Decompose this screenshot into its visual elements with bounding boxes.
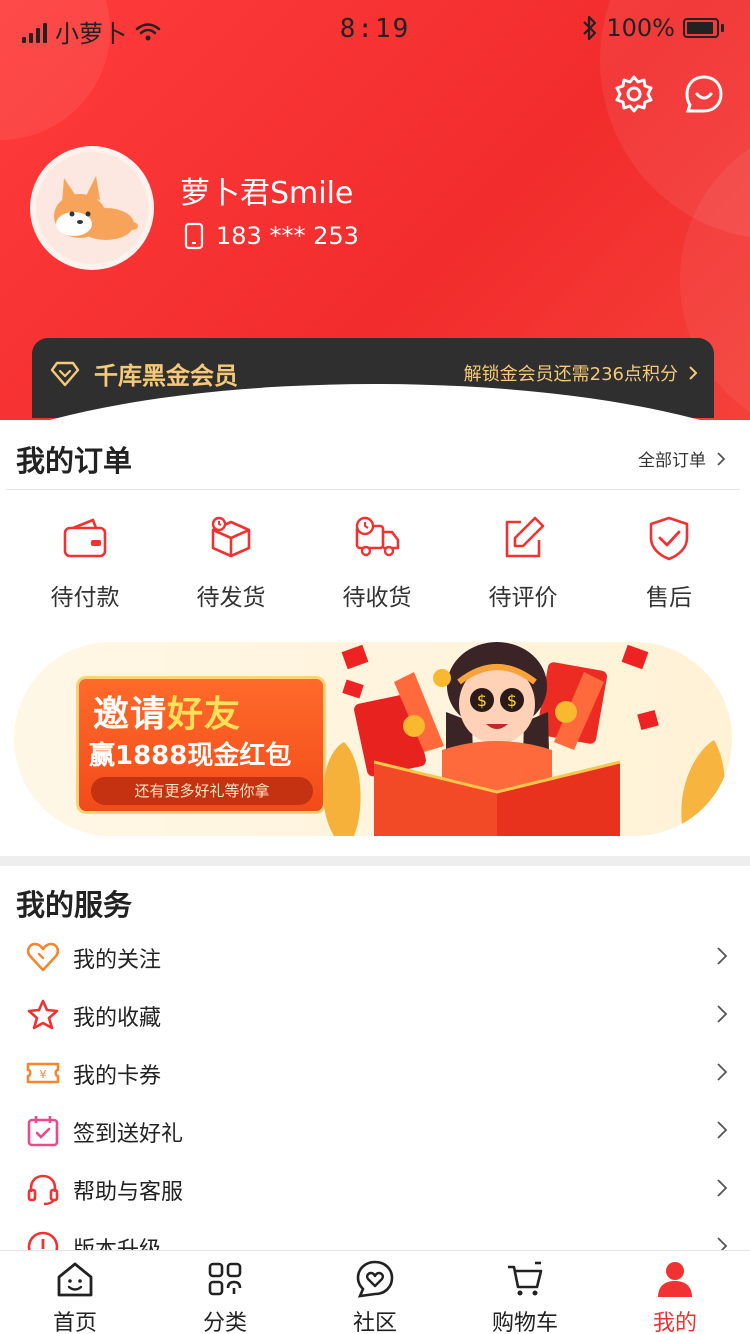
vip-hint: 解锁金会员还需236点积分	[463, 364, 678, 385]
order-label: 待收货	[342, 585, 412, 611]
banner-title: 邀请好友	[93, 685, 241, 737]
order-label: 待发货	[196, 585, 266, 611]
chevron-right-icon	[717, 947, 728, 965]
service-label: 我的收藏	[73, 1006, 162, 1031]
edit-icon	[505, 516, 545, 558]
star-icon	[27, 999, 59, 1030]
headset-icon	[27, 1174, 59, 1206]
chevron-right-icon	[717, 1121, 728, 1139]
calendar-check-icon	[27, 1116, 59, 1147]
service-checkin[interactable]: 签到送好礼	[0, 1102, 750, 1160]
tab-community[interactable]: 社区	[300, 1251, 450, 1334]
banner-title-main: 邀请	[93, 694, 168, 735]
order-pending-review[interactable]: 待评价	[450, 514, 596, 614]
services-list: 我的关注 我的收藏 ¥ 我的卡券 签到送好礼 帮助与客服	[0, 928, 750, 1276]
chevron-right-icon	[717, 1005, 728, 1023]
order-status-grid: 待付款 待发货 待收货 待评价 售后	[0, 514, 750, 614]
tab-category[interactable]: 分类	[150, 1251, 300, 1334]
truck-icon	[355, 516, 400, 557]
service-label: 帮助与客服	[73, 1180, 184, 1205]
profile-name: 萝卜君Smile	[180, 176, 354, 211]
banner-footer: 还有更多好礼等你拿	[91, 777, 313, 805]
chevron-right-icon	[689, 366, 698, 380]
vip-upgrade-link[interactable]: 解锁金会员还需236点积分	[464, 360, 698, 386]
box-icon	[211, 516, 251, 558]
svg-text:¥: ¥	[40, 1068, 47, 1081]
wallet-icon	[63, 518, 107, 558]
vip-title: 千库黑金会员	[94, 362, 238, 390]
user-icon	[658, 1262, 692, 1297]
cart-icon	[508, 1261, 543, 1296]
status-right: 100%	[582, 14, 724, 42]
orders-header: 我的订单 全部订单	[0, 430, 750, 488]
tab-label: 社区	[352, 1311, 397, 1334]
header-actions	[614, 74, 724, 114]
tab-home[interactable]: 首页	[0, 1251, 150, 1334]
service-label: 我的卡券	[73, 1064, 162, 1089]
all-orders-label: 全部订单	[638, 451, 706, 471]
battery-percent: 100%	[606, 14, 675, 42]
gear-icon	[615, 75, 653, 113]
orders-title: 我的订单	[16, 444, 133, 478]
order-pending-shipment[interactable]: 待发货	[158, 514, 304, 614]
invite-banner[interactable]: 邀请好友 赢1888现金红包 还有更多好礼等你拿 $ $	[14, 642, 732, 836]
tab-label: 首页	[52, 1311, 97, 1334]
grid-icon	[208, 1262, 242, 1296]
service-follow[interactable]: 我的关注	[0, 928, 750, 986]
service-help[interactable]: 帮助与客服	[0, 1160, 750, 1218]
services-title: 我的服务	[16, 888, 133, 922]
banner-subtitle: 赢1888现金红包	[89, 741, 292, 771]
banner-title-highlight: 好友	[167, 694, 242, 735]
community-icon	[356, 1260, 394, 1298]
all-orders-link[interactable]: 全部订单	[638, 446, 726, 471]
tab-label: 分类	[202, 1311, 247, 1334]
coupon-icon: ¥	[26, 1062, 60, 1084]
bluetooth-icon	[583, 15, 597, 41]
order-pending-payment[interactable]: 待付款	[12, 514, 158, 614]
chevron-right-icon	[717, 1179, 728, 1197]
order-label: 待付款	[50, 585, 120, 611]
profile-phone: 183 *** 253	[216, 222, 359, 250]
red-envelope-girl-illustration: $ $	[323, 642, 725, 836]
heart-icon	[26, 942, 60, 972]
tab-label: 我的	[652, 1311, 697, 1334]
shield-icon	[649, 516, 689, 561]
service-label: 签到送好礼	[73, 1122, 184, 1147]
chat-icon	[685, 75, 723, 113]
order-after-sales[interactable]: 售后	[596, 514, 742, 614]
home-icon	[57, 1262, 93, 1297]
corgi-avatar-image	[36, 152, 148, 264]
order-pending-receipt[interactable]: 待收货	[304, 514, 450, 614]
profile-header: 小萝卜 8:19 100% 萝卜君Smile 183 *** 253 千库黑金会…	[0, 0, 750, 420]
service-coupons[interactable]: ¥ 我的卡券	[0, 1044, 750, 1102]
banner-card: 邀请好友 赢1888现金红包 还有更多好礼等你拿	[76, 676, 326, 814]
chevron-right-icon	[717, 1063, 728, 1081]
status-bar: 小萝卜 8:19 100%	[0, 0, 750, 60]
order-label: 售后	[646, 585, 692, 611]
order-label: 待评价	[488, 585, 558, 611]
tab-mine[interactable]: 我的	[600, 1251, 750, 1334]
svg-text:$: $	[477, 691, 487, 710]
diamond-icon	[50, 361, 80, 386]
service-favorites[interactable]: 我的收藏	[0, 986, 750, 1044]
battery-tip	[721, 24, 724, 32]
tab-cart[interactable]: 购物车	[450, 1251, 600, 1334]
battery-icon	[683, 18, 719, 38]
message-button[interactable]	[684, 74, 724, 114]
chevron-right-icon	[717, 451, 726, 466]
bottom-tab-bar: 首页 分类 社区 购物车 我的	[0, 1250, 750, 1334]
phone-icon	[184, 222, 204, 250]
profile-phone-row: 183 *** 253	[184, 222, 359, 250]
tab-label: 购物车	[491, 1311, 558, 1334]
settings-button[interactable]	[614, 74, 654, 114]
section-gap	[0, 856, 750, 866]
avatar[interactable]	[30, 146, 154, 270]
vip-title-group: 千库黑金会员	[50, 356, 238, 391]
divider	[6, 489, 740, 490]
service-label: 我的关注	[73, 948, 162, 973]
svg-text:$: $	[507, 691, 517, 710]
